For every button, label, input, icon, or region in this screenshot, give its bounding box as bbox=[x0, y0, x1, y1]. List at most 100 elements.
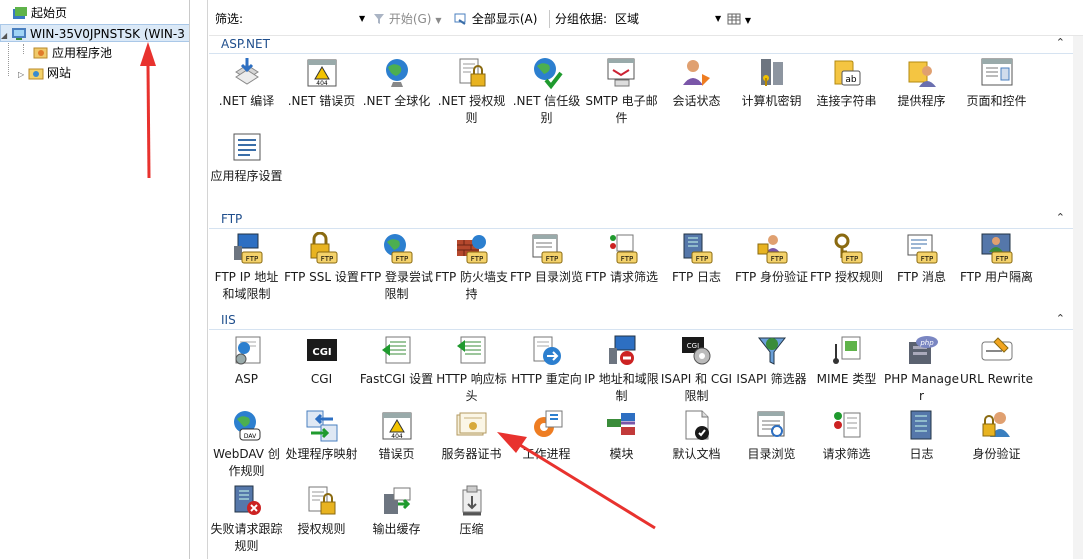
start-dropdown-icon[interactable]: ▼ bbox=[435, 16, 441, 25]
feature-label: .NET 全球化 bbox=[362, 94, 431, 108]
feature-ftp-directory-browsing[interactable]: FTP FTP 目录浏览 bbox=[509, 232, 584, 286]
feature-ftp-user-isolation[interactable]: FTP FTP 用户隔离 bbox=[959, 232, 1034, 286]
tree-label-sites: 网站 bbox=[47, 66, 72, 80]
filter-dropdown-icon[interactable]: ▼ bbox=[359, 10, 365, 28]
svg-text:FTP: FTP bbox=[545, 255, 557, 263]
feature-label: PHP Manager bbox=[884, 372, 959, 403]
feature-providers[interactable]: 提供程序 bbox=[884, 56, 959, 110]
feature-isapi-cgi[interactable]: CGI ISAPI 和 CGI 限制 bbox=[659, 334, 734, 405]
feature-failed-request-tracing[interactable]: 失败请求跟踪规则 bbox=[209, 484, 284, 555]
feature-machine-key[interactable]: 计算机密钥 bbox=[734, 56, 809, 110]
feature-net-authorization[interactable]: .NET 授权规则 bbox=[434, 56, 509, 127]
view-mode-button[interactable]: ▼ bbox=[727, 10, 751, 28]
feature-net-trust[interactable]: .NET 信任级别 bbox=[509, 56, 584, 127]
group-by-select[interactable]: 区域 bbox=[615, 10, 639, 28]
http-headers-icon bbox=[456, 336, 485, 364]
feature-directory-browsing[interactable]: 目录浏览 bbox=[734, 409, 809, 463]
collapse-arrow-icon[interactable]: ◢ bbox=[1, 27, 11, 45]
feature-smtp-email[interactable]: SMTP 电子邮件 bbox=[584, 56, 659, 127]
feature-worker-processes[interactable]: 工作进程 bbox=[509, 409, 584, 463]
tree-item-sites[interactable]: ▷ 网站 bbox=[18, 64, 71, 82]
feature-asp[interactable]: ASP bbox=[209, 334, 284, 388]
svg-text:CGI: CGI bbox=[686, 342, 698, 350]
section-header-iis[interactable]: IIS ⌃ bbox=[209, 312, 1073, 330]
feature-app-settings[interactable]: 应用程序设置 bbox=[209, 131, 284, 185]
feature-authorization-rules[interactable]: 授权规则 bbox=[284, 484, 359, 538]
view-dropdown-icon[interactable]: ▼ bbox=[745, 16, 751, 25]
feature-label: 授权规则 bbox=[297, 522, 346, 536]
feature-net-globalization[interactable]: .NET 全球化 bbox=[359, 56, 434, 110]
failed-request-tracing-icon bbox=[234, 485, 261, 515]
feature-handler-mappings[interactable]: 处理程序映射 bbox=[284, 409, 359, 463]
feature-compression[interactable]: 压缩 bbox=[434, 484, 509, 538]
feature-ftp-request-filter[interactable]: FTP FTP 请求筛选 bbox=[584, 232, 659, 286]
feature-ftp-authentication[interactable]: FTP FTP 身份验证 bbox=[734, 232, 809, 286]
start-filter-button[interactable]: 开始(G) ▼ bbox=[373, 10, 441, 28]
tree-item-server[interactable]: ◢ WIN-35V0JPNSTSK (WIN-3 bbox=[0, 24, 189, 45]
feature-ip-restrict[interactable]: IP 地址和域限制 bbox=[584, 334, 659, 405]
feature-error-pages[interactable]: 404 错误页 bbox=[359, 409, 434, 463]
section-header-aspnet[interactable]: ASP.NET ⌃ bbox=[209, 36, 1073, 54]
feature-fastcgi[interactable]: FastCGI 设置 bbox=[359, 334, 434, 388]
feature-net-error-page[interactable]: 404 .NET 错误页 bbox=[284, 56, 359, 110]
view-grid-icon bbox=[727, 13, 741, 25]
section-header-ftp[interactable]: FTP ⌃ bbox=[209, 211, 1073, 229]
feature-label: 应用程序设置 bbox=[210, 169, 283, 183]
collapse-icon[interactable]: ⌃ bbox=[1056, 211, 1065, 224]
ftp-logging-icon: FTP bbox=[683, 233, 712, 264]
collapse-icon[interactable]: ⌃ bbox=[1056, 36, 1065, 49]
filter-input[interactable] bbox=[249, 10, 369, 28]
feature-webdav[interactable]: DAV WebDAV 创作规则 bbox=[209, 409, 284, 480]
feature-session-state[interactable]: 会话状态 bbox=[659, 56, 734, 110]
feature-ftp-authorization[interactable]: FTP FTP 授权规则 bbox=[809, 232, 884, 286]
show-all-icon bbox=[454, 13, 466, 25]
ftp-ip-restrict-icon: FTP bbox=[233, 233, 262, 264]
feature-server-certificates[interactable]: 服务器证书 bbox=[434, 409, 509, 463]
svg-text:php: php bbox=[919, 339, 934, 347]
feature-ftp-firewall[interactable]: FTP FTP 防火墙支持 bbox=[434, 232, 509, 303]
feature-url-rewrite[interactable]: URL Rewrite bbox=[959, 334, 1034, 388]
feature-default-document[interactable]: 默认文档 bbox=[659, 409, 734, 463]
tree-item-start-page[interactable]: 起始页 bbox=[12, 4, 67, 22]
feature-mime-types[interactable]: MIME 类型 bbox=[809, 334, 884, 388]
collapse-icon[interactable]: ⌃ bbox=[1056, 312, 1065, 325]
session-state-icon bbox=[682, 60, 710, 86]
feature-connection-strings[interactable]: ab 连接字符串 bbox=[809, 56, 884, 110]
feature-ftp-messages[interactable]: FTP FTP 消息 bbox=[884, 232, 959, 286]
worker-processes-icon bbox=[533, 410, 562, 437]
request-filtering-icon bbox=[833, 412, 860, 438]
feature-authentication[interactable]: 身份验证 bbox=[959, 409, 1034, 463]
feature-cgi[interactable]: CGI CGI bbox=[284, 334, 359, 388]
feature-net-compile[interactable]: .NET 编译 bbox=[209, 56, 284, 110]
feature-label: 会话状态 bbox=[672, 94, 721, 108]
expand-arrow-icon[interactable]: ▷ bbox=[18, 66, 28, 84]
feature-modules[interactable]: 模块 bbox=[584, 409, 659, 463]
feature-http-redirect[interactable]: HTTP 重定向 bbox=[509, 334, 584, 388]
feature-ftp-logon-attempt[interactable]: FTP FTP 登录尝试限制 bbox=[359, 232, 434, 303]
feature-label: WebDAV 创作规则 bbox=[213, 447, 280, 478]
funnel-icon bbox=[374, 14, 384, 24]
feature-output-caching[interactable]: 输出缓存 bbox=[359, 484, 434, 538]
ftp-logon-attempt-icon: FTP bbox=[383, 234, 412, 264]
feature-request-filtering[interactable]: 请求筛选 bbox=[809, 409, 884, 463]
section-title-ftp: FTP bbox=[221, 212, 243, 226]
svg-text:ab: ab bbox=[845, 75, 857, 85]
ftp-authorization-icon: FTP bbox=[834, 233, 862, 264]
feature-logging[interactable]: 日志 bbox=[884, 409, 959, 463]
feature-ftp-logging[interactable]: FTP FTP 日志 bbox=[659, 232, 734, 286]
group-by-dropdown-icon[interactable]: ▼ bbox=[715, 10, 721, 28]
splitter[interactable] bbox=[190, 0, 208, 559]
feature-php-manager[interactable]: php PHP Manager bbox=[884, 334, 959, 405]
show-all-button[interactable]: 全部显示(A) bbox=[454, 10, 537, 28]
feature-ftp-ssl[interactable]: FTP FTP SSL 设置 bbox=[284, 232, 359, 286]
logging-icon bbox=[910, 410, 931, 440]
feature-isapi-filters[interactable]: ISAPI 筛选器 bbox=[734, 334, 809, 388]
feature-ftp-ip-restrict[interactable]: FTP FTP IP 地址和域限制 bbox=[209, 232, 284, 303]
vertical-scrollbar[interactable] bbox=[1073, 36, 1083, 559]
svg-text:CGI: CGI bbox=[312, 347, 331, 358]
features-view: ASP.NET ⌃ .NET 编译 404 .NET 错误页 .NET 全球化 .NET… bbox=[209, 36, 1073, 559]
feature-label: FTP IP 地址和域限制 bbox=[214, 270, 279, 301]
feature-pages-controls[interactable]: 页面和控件 bbox=[959, 56, 1034, 110]
tree-item-app-pools[interactable]: 应用程序池 bbox=[33, 44, 112, 62]
feature-http-headers[interactable]: HTTP 响应标头 bbox=[434, 334, 509, 405]
